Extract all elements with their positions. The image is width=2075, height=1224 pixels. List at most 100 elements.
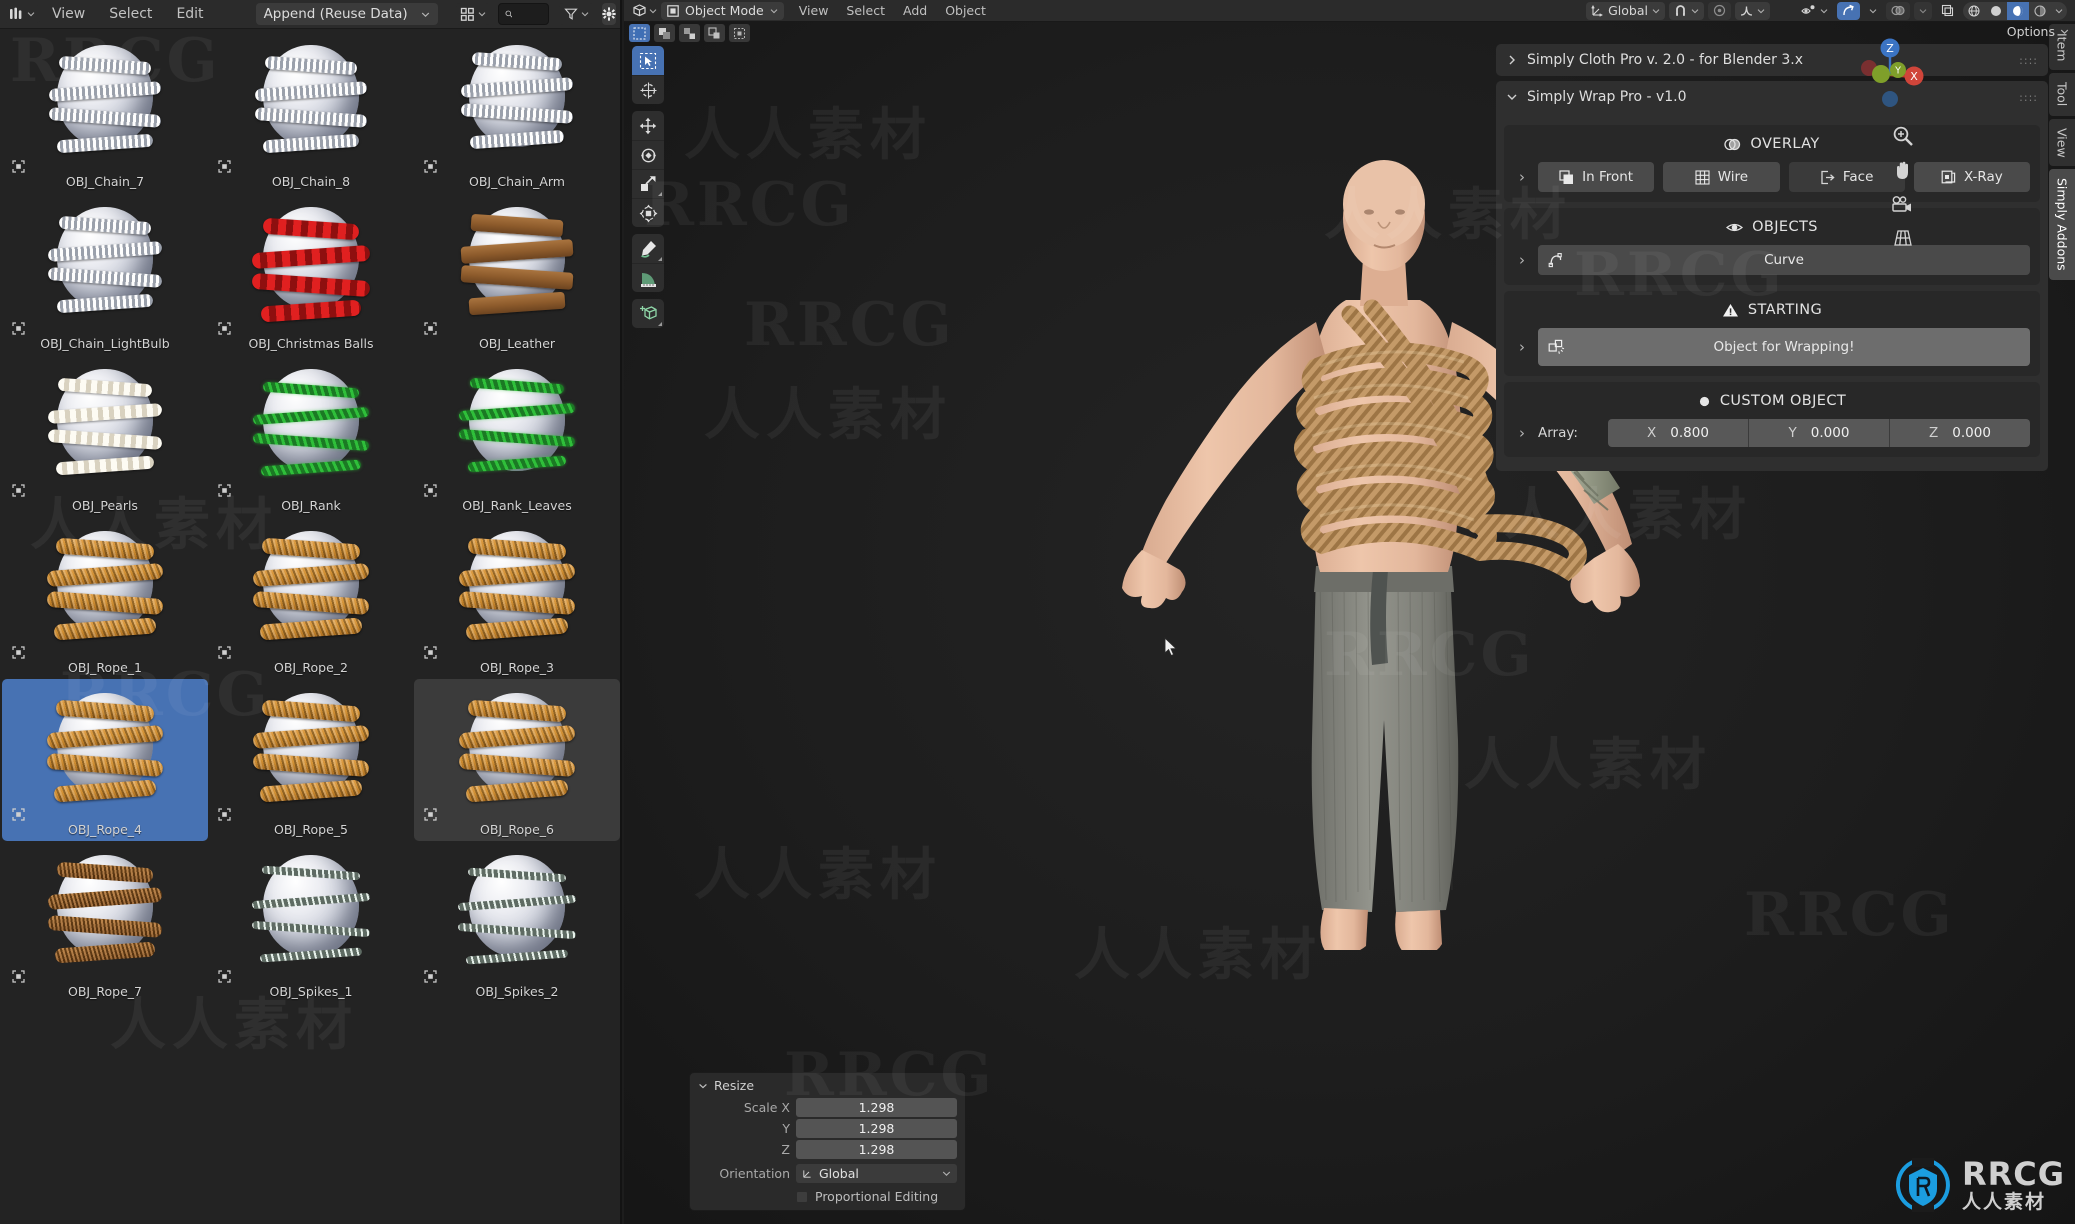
asset-item[interactable]: OBJ_Rank: [208, 355, 414, 517]
n-panel-tab-tool[interactable]: Tool: [2049, 73, 2075, 116]
face-toggle[interactable]: Face: [1788, 162, 1905, 192]
asset-menu-view[interactable]: View: [40, 3, 97, 25]
interaction-mode-dropdown[interactable]: Object Mode: [661, 1, 784, 20]
asset-item[interactable]: OBJ_Rope_4: [2, 679, 208, 841]
display-mode-button[interactable]: [455, 3, 490, 25]
n-panel-tab-view[interactable]: View: [2049, 118, 2075, 167]
viewport-menu-select[interactable]: Select: [837, 1, 894, 20]
asset-browser-editor-type-button[interactable]: [4, 5, 40, 23]
array-expand-chevron[interactable]: ›: [1514, 424, 1530, 442]
panel-grip[interactable]: ::::: [2019, 54, 2038, 67]
camera-icon[interactable]: [1891, 195, 1915, 215]
rendered-shading-button[interactable]: [2029, 2, 2051, 20]
scale-x-value[interactable]: 1.298: [796, 1098, 957, 1117]
move-tool-button[interactable]: [632, 111, 664, 140]
extend-select-button[interactable]: [729, 24, 750, 42]
viewport-menu-view[interactable]: View: [790, 1, 838, 20]
orientation-dropdown[interactable]: Global: [796, 1164, 957, 1183]
object-type-visibility-dropdown[interactable]: [1796, 2, 1833, 20]
panel-header-simply-cloth-pro[interactable]: Simply Cloth Pro v. 2.0 - for Blender 3.…: [1496, 44, 2048, 76]
gizmo-neg-z[interactable]: [1882, 91, 1898, 107]
gizmos-dropdown[interactable]: [1864, 2, 1882, 20]
asset-grid[interactable]: OBJ_Chain_7 OBJ_Chain_8 OBJ_Chain_Arm OBJ_C…: [0, 29, 620, 1224]
asset-item[interactable]: OBJ_Chain_LightBulb: [2, 193, 208, 355]
transform-orientation-dropdown[interactable]: Global: [1586, 1, 1665, 20]
orthographic-grid-icon[interactable]: [1892, 228, 1914, 248]
asset-item[interactable]: OBJ_Chain_7: [2, 31, 208, 193]
starting-expand-chevron[interactable]: ›: [1514, 338, 1530, 356]
add-cube-tool-button[interactable]: [632, 299, 664, 328]
lasso-select-button[interactable]: [704, 24, 725, 42]
asset-item[interactable]: OBJ_Rope_5: [208, 679, 414, 841]
proportional-editing-checkbox-row[interactable]: Proportional Editing: [796, 1189, 957, 1204]
curve-button[interactable]: Curve: [1538, 245, 2030, 275]
zoom-icon[interactable]: [1892, 125, 1914, 147]
asset-item[interactable]: OBJ_Pearls: [2, 355, 208, 517]
shading-dropdown[interactable]: [2051, 2, 2067, 20]
cursor-tool-button[interactable]: [632, 75, 664, 104]
scale-tool-button[interactable]: [632, 169, 664, 198]
xray-toggle[interactable]: [1936, 2, 1959, 20]
viewport-editor-type-button[interactable]: [628, 3, 661, 18]
snap-dropdown[interactable]: [1669, 1, 1704, 20]
import-method-dropdown[interactable]: Append (Reuse Data): [255, 3, 438, 25]
array-x-field[interactable]: X 0.800: [1608, 419, 1748, 447]
viewport-menu-object[interactable]: Object: [936, 1, 995, 20]
overlays-toggle[interactable]: [1886, 1, 1910, 20]
asset-item[interactable]: OBJ_Rank_Leaves: [414, 355, 620, 517]
n-panel-tab-simply-addons[interactable]: Simply Addons: [2049, 169, 2075, 281]
asset-item[interactable]: OBJ_Chain_8: [208, 31, 414, 193]
xray-toggle-panel[interactable]: X-Ray: [1913, 162, 2030, 192]
asset-settings-button[interactable]: [602, 3, 616, 25]
asset-item[interactable]: OBJ_Spikes_1: [208, 841, 414, 1003]
asset-search-input[interactable]: [517, 6, 542, 22]
asset-item[interactable]: OBJ_Spikes_2: [414, 841, 620, 1003]
asset-item[interactable]: OBJ_Rope_7: [2, 841, 208, 1003]
overlay-expand-chevron[interactable]: ›: [1514, 168, 1530, 186]
array-z-field[interactable]: Z 0.000: [1889, 419, 2030, 447]
asset-item[interactable]: OBJ_Christmas Balls: [208, 193, 414, 355]
material-preview-button[interactable]: [2007, 1, 2029, 20]
asset-menu-select[interactable]: Select: [97, 3, 164, 25]
proportional-editing-checkbox[interactable]: [796, 1190, 808, 1203]
solid-shading-button[interactable]: [1985, 2, 2007, 20]
viewport-menu-add[interactable]: Add: [894, 1, 936, 20]
wire-toggle[interactable]: Wire: [1663, 162, 1780, 192]
filter-button[interactable]: [559, 3, 594, 25]
proportional-editing-toggle[interactable]: [1708, 1, 1731, 20]
objects-expand-chevron[interactable]: ›: [1514, 251, 1530, 269]
annotate-tool-button[interactable]: [632, 234, 664, 263]
asset-search-box[interactable]: [497, 3, 549, 25]
gizmos-toggle[interactable]: [1837, 1, 1860, 20]
gizmo-neg-y[interactable]: [1872, 65, 1890, 83]
box-select-button[interactable]: [654, 24, 675, 42]
navigation-gizmo[interactable]: Z X Y: [1851, 36, 1929, 114]
array-y-field[interactable]: Y 0.000: [1748, 419, 1889, 447]
scale-y-value[interactable]: 1.298: [796, 1119, 957, 1138]
operator-panel-header[interactable]: Resize: [690, 1073, 965, 1098]
viewport-options-dropdown[interactable]: Options: [2007, 24, 2069, 39]
object-for-wrapping-button[interactable]: Object for Wrapping!: [1538, 328, 2030, 366]
panel-grip[interactable]: ::::: [2019, 91, 2038, 104]
asset-item[interactable]: OBJ_Chain_Arm: [414, 31, 620, 193]
asset-item[interactable]: OBJ_Rope_3: [414, 517, 620, 679]
rotate-tool-button[interactable]: [632, 140, 664, 169]
asset-menu-edit[interactable]: Edit: [164, 3, 215, 25]
pan-hand-icon[interactable]: [1892, 160, 1914, 182]
panel-header-simply-wrap-pro[interactable]: Simply Wrap Pro - v1.0 ::::: [1496, 81, 2048, 113]
proportional-falloff-dropdown[interactable]: [1735, 1, 1770, 20]
tweak-select-button[interactable]: [629, 24, 650, 42]
n-panel-tabs[interactable]: Item Tool View Simply Addons: [2049, 24, 2075, 281]
shading-mode-group[interactable]: [1963, 1, 2067, 20]
asset-item[interactable]: OBJ_Rope_2: [208, 517, 414, 679]
asset-item[interactable]: OBJ_Leather: [414, 193, 620, 355]
in-front-toggle[interactable]: In Front: [1538, 162, 1655, 192]
overlays-dropdown[interactable]: [1914, 1, 1932, 20]
tweak-tool-button[interactable]: [632, 46, 664, 75]
transform-tool-button[interactable]: [632, 198, 664, 227]
asset-item[interactable]: OBJ_Rope_6: [414, 679, 620, 841]
asset-item[interactable]: OBJ_Rope_1: [2, 517, 208, 679]
scale-z-value[interactable]: 1.298: [796, 1140, 957, 1159]
wireframe-shading-button[interactable]: [1963, 2, 1985, 20]
circle-select-button[interactable]: [679, 24, 700, 42]
